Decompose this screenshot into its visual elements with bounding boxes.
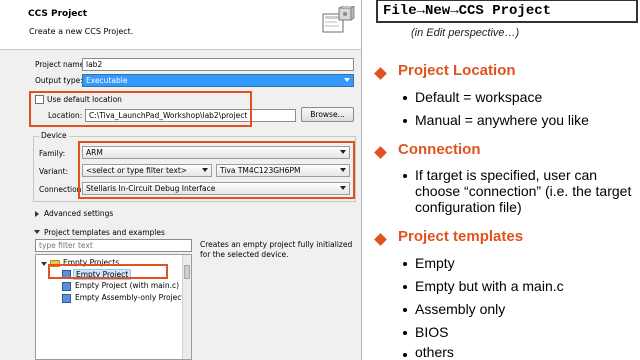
browse-button[interactable]: Browse... xyxy=(301,107,354,122)
location-highlight-box xyxy=(29,91,252,127)
bullet-template-main: Empty but with a main.c xyxy=(415,278,564,294)
bullet-dot-icon xyxy=(403,331,407,335)
device-group-title: Device xyxy=(39,131,69,140)
output-type-select[interactable]: Executable xyxy=(82,74,354,87)
bullet-dot-icon xyxy=(403,308,407,312)
bullet-dot-icon xyxy=(403,174,407,178)
templates-section-toggle[interactable]: Project templates and examples xyxy=(44,228,165,237)
bullet-dot-icon xyxy=(403,96,407,100)
project-name-label: Project name: xyxy=(35,60,87,69)
diamond-bullet-icon xyxy=(374,146,387,159)
perspective-note: (in Edit perspective…) xyxy=(411,27,520,39)
dialog-header: CCS Project Create a new CCS Project. xyxy=(0,0,361,50)
bullet-dot-icon xyxy=(403,285,407,289)
output-type-label: Output type: xyxy=(35,76,83,85)
dialog-subtitle: Create a new CCS Project. xyxy=(29,27,134,36)
template-description: Creates an empty project fully initializ… xyxy=(200,240,353,259)
bullet-dot-icon xyxy=(403,353,407,357)
collapse-arrow-icon[interactable] xyxy=(34,230,40,234)
bullet-template-empty: Empty xyxy=(415,255,455,271)
diamond-bullet-icon xyxy=(374,233,387,246)
bullet-template-others: others xyxy=(415,344,454,360)
project-icon xyxy=(62,294,71,303)
bullet-template-bios: BIOS xyxy=(415,324,449,340)
output-type-value: Executable xyxy=(86,76,128,85)
tree-item-empty-assembly[interactable]: Empty Assembly-only Project xyxy=(75,293,184,302)
family-label: Family: xyxy=(39,149,66,158)
dialog-title: CCS Project xyxy=(28,9,88,19)
bullet-default-workspace: Default = workspace xyxy=(415,89,543,105)
section-heading-project-templates: Project templates xyxy=(398,228,524,245)
variant-label: Variant: xyxy=(39,167,69,176)
template-filter-input[interactable]: type filter text xyxy=(35,239,192,252)
advanced-settings-toggle[interactable]: Advanced settings xyxy=(44,209,113,218)
bullet-dot-icon xyxy=(403,262,407,266)
bullet-dot-icon xyxy=(403,119,407,123)
tree-item-empty-project-main[interactable]: Empty Project (with main.c) xyxy=(75,281,179,290)
bullet-connection-info: If target is specified, user can choose … xyxy=(415,167,632,215)
new-ccs-project-dialog: CCS Project Create a new CCS Project. Pr… xyxy=(0,0,362,360)
project-wizard-banner-icon xyxy=(322,6,355,33)
device-highlight-box xyxy=(78,141,355,199)
menu-path-title: File→New→CCS Project xyxy=(376,0,638,23)
section-heading-connection: Connection xyxy=(398,141,481,158)
tree-scrollbar[interactable] xyxy=(182,255,191,359)
project-name-input[interactable]: lab2 xyxy=(82,58,354,71)
expand-arrow-icon[interactable] xyxy=(35,211,39,217)
bullet-template-assembly: Assembly only xyxy=(415,301,506,317)
scroll-thumb[interactable] xyxy=(184,265,190,279)
diamond-bullet-icon xyxy=(374,67,387,80)
project-icon xyxy=(62,282,71,291)
template-highlight-box xyxy=(48,264,168,279)
bullet-manual-location: Manual = anywhere you like xyxy=(415,112,589,128)
tree-expand-icon[interactable] xyxy=(41,262,47,266)
chevron-down-icon xyxy=(344,78,350,82)
section-heading-project-location: Project Location xyxy=(398,62,516,79)
